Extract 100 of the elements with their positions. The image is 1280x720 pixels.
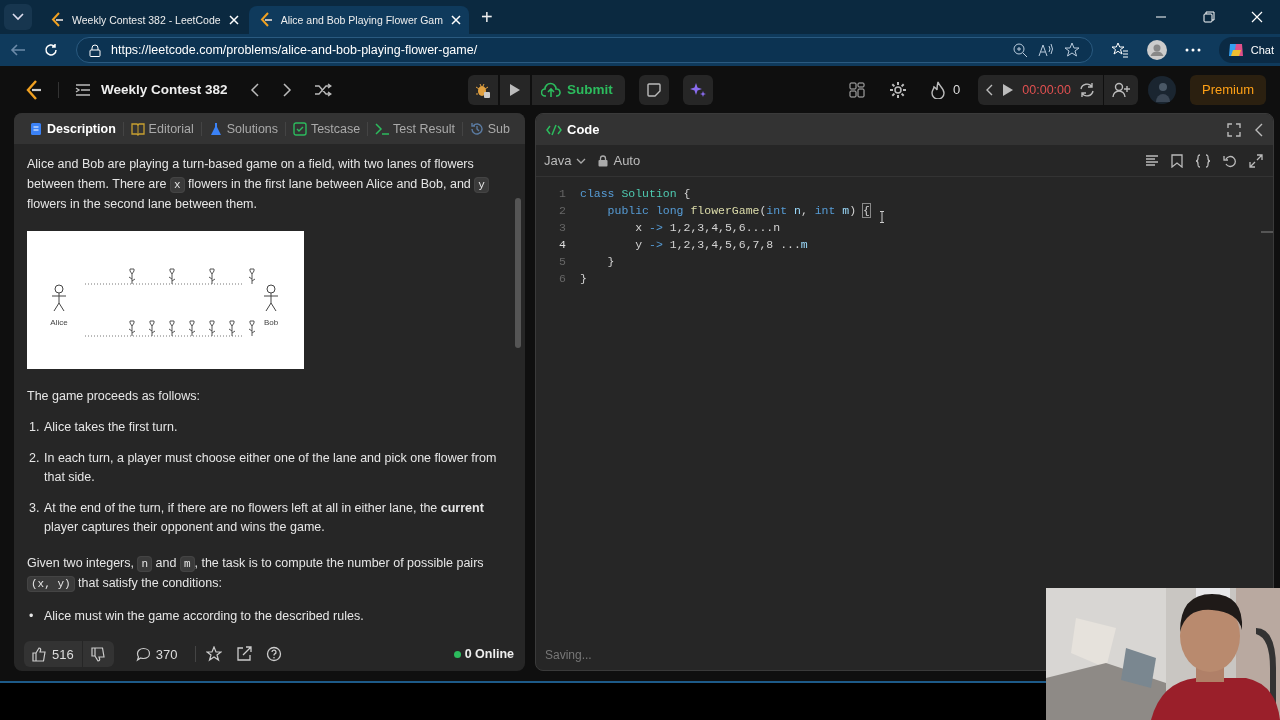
timer: 00:00:00 <box>1022 82 1071 97</box>
restore-icon[interactable] <box>1203 11 1215 23</box>
back-arrow-icon[interactable] <box>10 43 26 57</box>
close-icon[interactable] <box>1251 11 1263 23</box>
more-icon[interactable] <box>1184 48 1201 52</box>
refresh-icon[interactable] <box>44 43 58 57</box>
new-tab-button[interactable]: + <box>470 5 503 29</box>
add-user-icon[interactable] <box>1112 81 1130 98</box>
line-number: 1 <box>558 187 567 200</box>
list-marker: 1. <box>29 419 40 436</box>
list-item: Alice must win the game according to the described rules. <box>44 607 365 625</box>
line-number: 6 <box>558 272 567 285</box>
debug-button[interactable] <box>467 74 498 105</box>
close-icon[interactable] <box>228 15 239 25</box>
panel-tab[interactable]: Testcase <box>287 121 366 136</box>
collapse-icon[interactable] <box>1255 122 1263 137</box>
list-item: In each turn, a player must choose either one of the lane and pick one flower from that side. <box>44 449 498 486</box>
flask-icon <box>208 121 223 136</box>
sparkle-logo-icon <box>1226 41 1245 59</box>
like-button[interactable]: 516 <box>24 641 82 667</box>
terminal-icon <box>375 121 390 136</box>
auto-mode-label: Auto <box>598 153 641 168</box>
zoom-icon[interactable] <box>1011 42 1028 58</box>
premium-button[interactable]: Premium <box>1190 74 1266 105</box>
book-icon <box>130 121 145 136</box>
flame-icon[interactable] <box>931 80 946 99</box>
save-status: Saving... <box>545 648 592 662</box>
leetcode-logo-icon <box>50 12 64 28</box>
run-button[interactable] <box>499 74 530 105</box>
code-line: public long flowerGame(int n, int m) { <box>606 204 870 217</box>
line-number: 3 <box>558 221 567 234</box>
fullscreen-icon[interactable] <box>1227 122 1241 137</box>
tab-list-button[interactable] <box>4 4 32 30</box>
notes-button[interactable] <box>638 74 669 105</box>
paragraph: The game proceeds as follows: <box>27 387 201 405</box>
sparkle-icon <box>689 81 706 98</box>
format-icon[interactable] <box>1145 154 1159 167</box>
panel-tab[interactable]: Description <box>24 121 121 136</box>
ai-button[interactable] <box>682 74 713 105</box>
previous-icon[interactable] <box>249 82 260 97</box>
paragraph: Alice and Bob are playing a turn-based game on a field, with two lanes of flowers between them. There are x flowers in the first lane between Alice and Bob, and y flowers in the second lane between them. <box>27 155 501 215</box>
cloud-upload-icon <box>540 81 561 98</box>
list-icon[interactable] <box>75 82 91 97</box>
read-aloud-icon[interactable] <box>1037 42 1054 58</box>
collapse-icon[interactable] <box>986 83 995 96</box>
comments-button[interactable]: 370 <box>127 641 186 667</box>
braces-icon[interactable] <box>1195 153 1211 168</box>
code-line: x -> 1,2,3,4,5,6....n <box>634 221 781 234</box>
line-number: 2 <box>558 204 567 217</box>
next-icon[interactable] <box>281 82 292 97</box>
streak-count: 0 <box>953 82 961 97</box>
browser-tab[interactable]: Alice and Bob Playing Flower Gam <box>248 6 469 34</box>
document-icon <box>29 121 43 136</box>
close-icon[interactable] <box>450 15 461 25</box>
chat-button[interactable]: Chat <box>1218 37 1280 63</box>
contest-title[interactable]: Weekly Contest 382 <box>101 82 228 97</box>
online-count: 0 Online <box>464 647 514 661</box>
code-icon <box>546 123 562 136</box>
paragraph: Given two integers, n and m , the task is to compute the number of possible pairs (x, y) that satisfy the conditions: <box>27 554 485 594</box>
panel-tab[interactable]: Sub <box>464 121 516 136</box>
lock-icon <box>598 154 609 167</box>
panel-title: Code <box>546 122 600 137</box>
user-avatar-icon[interactable] <box>1148 75 1176 104</box>
address-field[interactable]: https://leetcode.com/problems/alice-and-bob-playing-flower-game/ <box>76 37 1093 63</box>
leetcode-logo-icon <box>258 12 273 28</box>
layout-icon[interactable] <box>849 81 866 98</box>
thumbs-down-icon <box>90 646 106 662</box>
star-icon[interactable] <box>1063 42 1080 58</box>
chevron-down-icon <box>576 157 587 164</box>
lock-icon <box>89 43 101 57</box>
line-number: 4 <box>558 238 567 251</box>
expand-icon[interactable] <box>1249 153 1263 168</box>
panel-tab[interactable]: Solutions <box>203 121 284 136</box>
bookmark-icon[interactable] <box>1171 153 1183 168</box>
favorites-icon[interactable] <box>1110 42 1129 58</box>
list-item: At the end of the turn, if there are no flowers left at all in either lane, the current player captures their opponent and wins the game. <box>44 499 485 536</box>
code-line: } <box>606 255 615 268</box>
language-dropdown[interactable]: Java <box>544 153 587 168</box>
reset-icon[interactable] <box>1079 81 1095 98</box>
history-icon <box>469 121 484 136</box>
settings-icon[interactable] <box>889 80 908 99</box>
tab-title: Weekly Contest 382 - LeetCode <box>72 14 221 26</box>
play-icon[interactable] <box>1002 82 1015 97</box>
code-line: y -> 1,2,3,4,5,6,7,8 ...m <box>634 238 808 251</box>
list-marker: 3. <box>29 499 40 517</box>
leetcode-logo-icon[interactable] <box>24 79 42 100</box>
panel-tab[interactable]: Editorial <box>125 121 199 136</box>
undo-icon[interactable] <box>1223 153 1237 168</box>
speech-bubble-icon <box>135 646 151 662</box>
line-number: 5 <box>558 255 567 268</box>
panel-tab[interactable]: Test Result <box>370 121 460 136</box>
star-icon[interactable] <box>206 646 223 662</box>
play-icon <box>508 82 521 97</box>
browser-tab[interactable]: Weekly Contest 382 - LeetCode <box>40 6 247 34</box>
submit-button[interactable]: Submit <box>531 74 625 105</box>
list-marker: • <box>29 607 35 625</box>
shuffle-icon[interactable] <box>313 82 332 97</box>
profile-avatar-icon[interactable] <box>1146 40 1167 60</box>
share-icon[interactable] <box>236 646 253 662</box>
help-icon[interactable] <box>266 646 283 662</box>
